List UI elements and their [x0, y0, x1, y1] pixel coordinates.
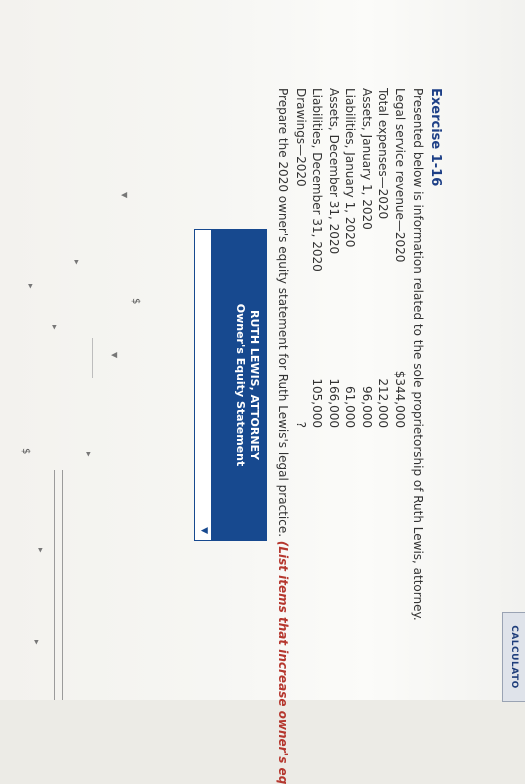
period-dropdown[interactable]: ▼	[194, 229, 212, 541]
row-label-drawings: Drawings—2020	[294, 88, 308, 187]
instructions-text: Prepare the 2020 owner's equity statemen…	[276, 88, 290, 538]
row-value-liabilities-jan: 61,000	[343, 386, 357, 428]
row-label-liabilities-jan: Liabilities, January 1, 2020	[343, 88, 357, 248]
instructions-hint: (List items that increase owner's eq	[276, 540, 290, 784]
row-label-assets-dec: Assets, December 31, 2020	[327, 88, 341, 255]
mark-2: ▸	[25, 284, 35, 289]
dollar-sign-1: $	[130, 298, 141, 305]
row-value-legal-revenue: $344,000	[393, 370, 407, 428]
statement-header: RUTH LEWIS, ATTORNEY Owner's Equity Stat…	[212, 229, 267, 541]
dollar-sign-2: $	[20, 448, 31, 455]
mark-6: ▸	[31, 640, 41, 645]
total-underline-1	[62, 470, 63, 700]
exercise-intro: Presented below is information related t…	[411, 88, 425, 621]
amount-underline	[92, 338, 93, 378]
exercise-page: CALCULATO Exercise 1-16 Presented below …	[0, 0, 525, 784]
mark-4: ▸	[83, 452, 93, 457]
row-value-liabilities-dec: 105,000	[310, 378, 324, 428]
mark-3: ▸	[49, 325, 59, 330]
row-label-assets-jan: Assets, January 1, 2020	[360, 88, 374, 230]
screen: CALCULATO Exercise 1-16 Presented below …	[0, 0, 525, 784]
exercise-title: Exercise 1-16	[428, 88, 443, 187]
chevron-down-icon: ▼	[199, 527, 209, 534]
total-underline-2	[54, 470, 55, 700]
row-value-drawings: ?	[294, 421, 308, 428]
row-value-total-expenses: 212,000	[376, 378, 390, 428]
statement-title: Owner's Equity Statement	[234, 303, 247, 467]
calculator-tab[interactable]: CALCULATO	[502, 612, 525, 702]
mark-1: ▸	[71, 260, 81, 265]
line-dropdown-2[interactable]: ▼	[110, 352, 119, 358]
mark-5: ▸	[35, 548, 45, 553]
row-label-total-expenses: Total expenses—2020	[376, 88, 390, 220]
row-label-liabilities-dec: Liabilities, December 31, 2020	[310, 88, 324, 272]
instructions: Prepare the 2020 owner's equity statemen…	[276, 88, 290, 784]
statement-company-name: RUTH LEWIS, ATTORNEY	[248, 309, 261, 461]
line-dropdown-1[interactable]: ▼	[120, 192, 129, 198]
row-value-assets-dec: 166,000	[327, 378, 341, 428]
row-label-legal-revenue: Legal service revenue—2020	[393, 88, 407, 263]
row-value-assets-jan: 96,000	[360, 386, 374, 428]
